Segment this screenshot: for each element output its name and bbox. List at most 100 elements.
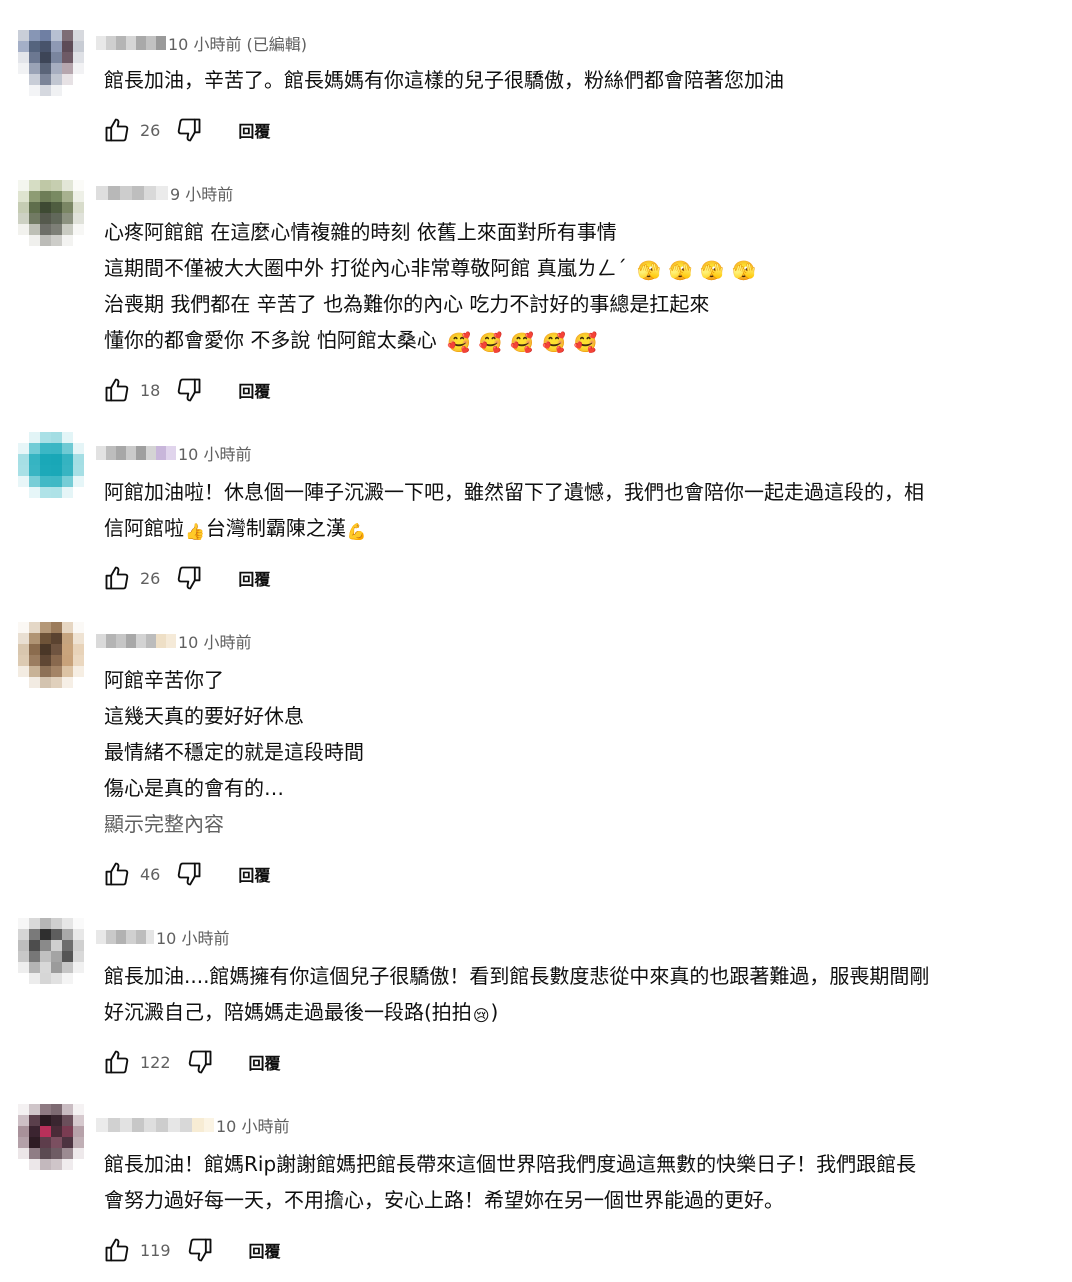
like-button[interactable] bbox=[102, 1235, 132, 1265]
hand-over-mouth-emoji: 🫣 bbox=[732, 260, 756, 282]
thumbs-up-icon bbox=[105, 862, 129, 886]
thumbs-up-icon bbox=[105, 118, 129, 142]
comment-line: 治喪期 我們都在 辛苦了 也為難你的內心 吃力不討好的事總是扛起來 bbox=[104, 292, 710, 316]
comment-line: 心疼阿館館 在這麼心情複雜的時刻 依舊上來面對所有事情 bbox=[104, 220, 617, 244]
comment-text: 館長加油！館媽Rip謝謝館媽把館長帶來這個世界陪我們度過這無數的快樂日子！我們跟… bbox=[104, 1146, 1024, 1218]
avatar[interactable] bbox=[18, 432, 84, 498]
comment-text: 阿館辛苦你了 這幾天真的要好好休息 最情緒不穩定的就是這段時間 傷心是真的會有的… bbox=[104, 662, 1024, 842]
like-button[interactable] bbox=[102, 563, 132, 593]
comment-header: 10 小時前 bbox=[96, 630, 251, 652]
like-count: 26 bbox=[140, 568, 161, 588]
thumbs-down-icon bbox=[178, 862, 201, 886]
comment-line: 最情緒不穩定的就是這段時間 bbox=[104, 740, 364, 764]
comment-actions: 18 回覆 bbox=[102, 374, 270, 406]
comment-text: 心疼阿館館 在這麼心情複雜的時刻 依舊上來面對所有事情 這期間不僅被大大圈中外 … bbox=[104, 214, 1024, 358]
comment-header: 9 小時前 bbox=[96, 182, 233, 204]
crying-face-emoji: 😢 bbox=[472, 1006, 490, 1025]
thumbs-up-icon bbox=[105, 1238, 129, 1262]
thumbs-up-icon bbox=[105, 378, 129, 402]
reply-button[interactable]: 回覆 bbox=[238, 118, 270, 142]
comment-text: 館長加油，辛苦了。館長媽媽有你這樣的兒子很驕傲，粉絲們都會陪著您加油 bbox=[104, 62, 1024, 98]
comment-actions: 26 回覆 bbox=[102, 114, 270, 146]
dislike-button[interactable] bbox=[185, 1047, 215, 1077]
author-name-redacted[interactable] bbox=[96, 1118, 214, 1132]
comment-timestamp[interactable]: 10 小時前 bbox=[178, 441, 251, 465]
hand-over-mouth-emoji: 🫣 bbox=[668, 260, 693, 282]
author-name-redacted[interactable] bbox=[96, 446, 176, 460]
comment-line: 會努力過好每一天，不用擔心，安心上路！希望妳在另一個世界能過的更好。 bbox=[104, 1188, 784, 1212]
reply-button[interactable]: 回覆 bbox=[238, 862, 270, 886]
comment-line: 這期間不僅被大大圈中外 打從內心非常尊敬阿館 真嵐ㄌㄥˊ 🫣 🫣 🫣 🫣 bbox=[104, 256, 756, 282]
reply-button[interactable]: 回覆 bbox=[238, 566, 270, 590]
show-more-link[interactable]: 顯示完整內容 bbox=[104, 806, 1024, 842]
author-name-redacted[interactable] bbox=[96, 634, 176, 648]
comment-header: 10 小時前 bbox=[96, 442, 251, 464]
comment-timestamp[interactable]: 10 小時前 bbox=[216, 1113, 289, 1137]
dislike-button[interactable] bbox=[174, 563, 204, 593]
comment-timestamp[interactable]: 9 小時前 bbox=[170, 181, 233, 205]
comment-line: 好沉澱自己，陪媽媽走過最後一段路(拍拍😢) bbox=[104, 1000, 499, 1025]
heart-hug-emoji: 🥰 bbox=[510, 332, 535, 354]
avatar[interactable] bbox=[18, 180, 84, 246]
comment-text: 館長加油....館媽擁有你這個兒子很驕傲！看到館長數度悲從中來真的也跟著難過，服… bbox=[104, 958, 1024, 1030]
comment-actions: 46 回覆 bbox=[102, 858, 270, 890]
hand-over-mouth-emoji: 🫣 bbox=[700, 260, 725, 282]
author-name-redacted[interactable] bbox=[96, 186, 168, 200]
comment-actions: 119 回覆 bbox=[102, 1234, 281, 1266]
avatar[interactable] bbox=[18, 918, 84, 984]
heart-hug-emoji: 🥰 bbox=[478, 332, 503, 354]
thumbs-down-icon bbox=[178, 566, 201, 590]
thumbs-up-icon bbox=[105, 566, 129, 590]
avatar[interactable] bbox=[18, 622, 84, 688]
comment-line: 懂你的都會愛你 不多說 怕阿館太桑心 🥰 🥰 🥰 🥰 🥰 bbox=[104, 328, 598, 354]
like-button[interactable] bbox=[102, 859, 132, 889]
reply-button[interactable]: 回覆 bbox=[238, 378, 270, 402]
comment-line: 這幾天真的要好好休息 bbox=[104, 704, 304, 728]
like-count: 18 bbox=[140, 380, 161, 400]
comment-line: 館長加油，辛苦了。館長媽媽有你這樣的兒子很驕傲，粉絲們都會陪著您加油 bbox=[104, 68, 784, 92]
thumbs-down-icon bbox=[178, 118, 201, 142]
like-count: 119 bbox=[140, 1240, 171, 1260]
like-button[interactable] bbox=[102, 1047, 132, 1077]
dislike-button[interactable] bbox=[174, 859, 204, 889]
like-count: 46 bbox=[140, 864, 161, 884]
comment-timestamp[interactable]: 10 小時前 (已編輯) bbox=[168, 31, 307, 55]
like-count: 26 bbox=[140, 120, 161, 140]
comment-line: 信阿館啦👍台灣制霸陳之漢💪 bbox=[104, 516, 367, 541]
author-name-redacted[interactable] bbox=[96, 930, 154, 944]
reply-button[interactable]: 回覆 bbox=[249, 1050, 281, 1074]
heart-hug-emoji: 🥰 bbox=[573, 332, 598, 354]
comment-text: 阿館加油啦！休息個一陣子沉澱一下吧，雖然留下了遺憾，我們也會陪你一起走過這段的，… bbox=[104, 474, 1024, 546]
comment-header: 10 小時前 bbox=[96, 926, 229, 948]
flexed-biceps-emoji: 💪 bbox=[346, 522, 367, 541]
like-count: 122 bbox=[140, 1052, 171, 1072]
thumbs-down-icon bbox=[188, 1238, 211, 1262]
comment-line: 阿館加油啦！休息個一陣子沉澱一下吧，雖然留下了遺憾，我們也會陪你一起走過這段的，… bbox=[104, 480, 924, 504]
comment-header: 10 小時前 bbox=[96, 1114, 289, 1136]
author-name-redacted[interactable] bbox=[96, 36, 166, 50]
thumbs-down-icon bbox=[178, 378, 201, 402]
reply-button[interactable]: 回覆 bbox=[249, 1238, 281, 1262]
comment-timestamp[interactable]: 10 小時前 bbox=[156, 925, 229, 949]
thumbs-up-emoji: 👍 bbox=[185, 522, 205, 541]
like-button[interactable] bbox=[102, 115, 132, 145]
dislike-button[interactable] bbox=[174, 115, 204, 145]
comment-header: 10 小時前 (已編輯) bbox=[96, 32, 307, 54]
hand-over-mouth-emoji: 🫣 bbox=[637, 260, 661, 282]
thumbs-down-icon bbox=[188, 1050, 211, 1074]
comment-line: 阿館辛苦你了 bbox=[104, 668, 224, 692]
comment-line: 傷心是真的會有的… bbox=[104, 776, 284, 800]
comment-line: 館長加油....館媽擁有你這個兒子很驕傲！看到館長數度悲從中來真的也跟著難過，服… bbox=[104, 964, 930, 988]
comment-line: 館長加油！館媽Rip謝謝館媽把館長帶來這個世界陪我們度過這無數的快樂日子！我們跟… bbox=[104, 1152, 917, 1176]
avatar[interactable] bbox=[18, 30, 84, 96]
heart-hug-emoji: 🥰 bbox=[542, 332, 566, 354]
comment-actions: 122 回覆 bbox=[102, 1046, 281, 1078]
heart-hug-emoji: 🥰 bbox=[447, 332, 471, 354]
avatar[interactable] bbox=[18, 1104, 84, 1170]
dislike-button[interactable] bbox=[174, 375, 204, 405]
like-button[interactable] bbox=[102, 375, 132, 405]
dislike-button[interactable] bbox=[185, 1235, 215, 1265]
comment-timestamp[interactable]: 10 小時前 bbox=[178, 629, 251, 653]
comment-actions: 26 回覆 bbox=[102, 562, 270, 594]
thumbs-up-icon bbox=[105, 1050, 129, 1074]
